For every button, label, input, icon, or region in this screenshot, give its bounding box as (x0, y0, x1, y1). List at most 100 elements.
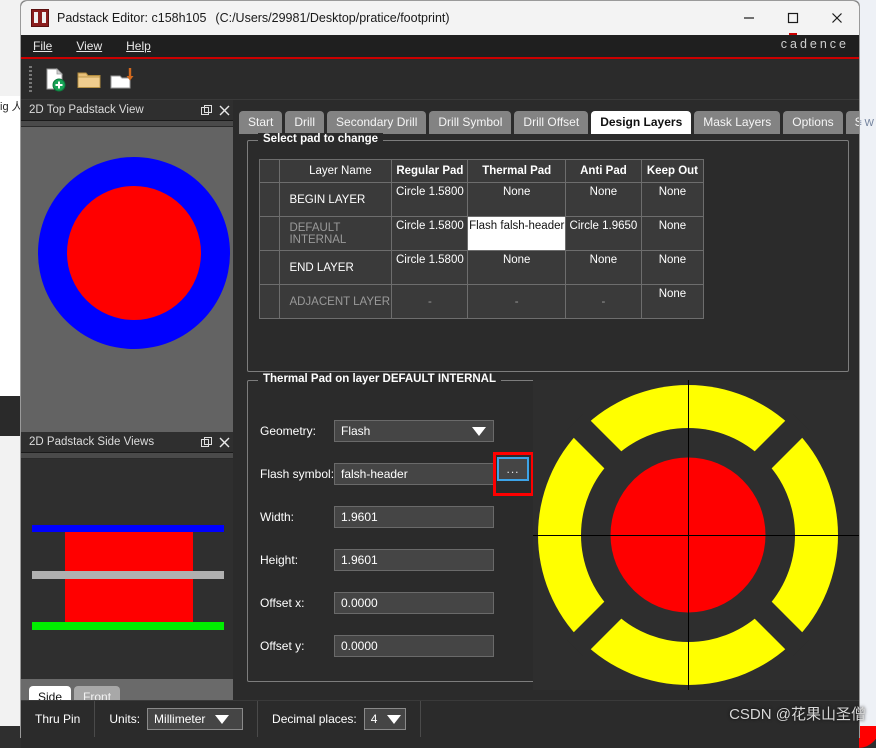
side-padstack-view-title: 2D Padstack Side Views (29, 436, 155, 448)
width-input[interactable]: 1.9601 (334, 506, 494, 528)
preview-crosshair-v (688, 380, 689, 690)
flash-symbol-input[interactable]: falsh-header (334, 463, 494, 485)
cell-thermal-pad[interactable]: - (467, 284, 566, 319)
top-padstack-canvas[interactable] (21, 127, 233, 432)
row-selector[interactable] (258, 182, 281, 217)
cell-regular-pad[interactable]: Circle 1.5800 (391, 182, 469, 217)
cadence-brand-logo: cadence (780, 37, 849, 51)
cell-anti-pad[interactable]: None (564, 250, 642, 285)
tab-drill[interactable]: Drill (285, 111, 325, 134)
flash-browse-button[interactable]: ... (497, 457, 529, 481)
background-left-strip (0, 396, 22, 436)
cell-keep-out[interactable]: None (640, 284, 705, 319)
thermal-pad-group-title: Thermal Pad on layer DEFAULT INTERNAL (258, 373, 502, 385)
new-padstack-button[interactable] (38, 62, 72, 96)
select-pad-group: Select pad to change Layer Name Regular … (247, 133, 849, 372)
menu-bar: File View Help cadence (21, 35, 859, 59)
row-selector[interactable] (258, 284, 281, 319)
thermal-pad-preview[interactable] (533, 380, 859, 690)
cell-thermal-pad-selected[interactable]: Flash falsh-header (467, 216, 566, 251)
menu-view-label: View (76, 39, 103, 53)
close-icon[interactable] (215, 101, 233, 119)
cell-layer-name: END LAYER (279, 250, 393, 285)
col-keep-out: Keep Out (640, 159, 705, 183)
layer-pad-table[interactable]: Layer Name Regular Pad Thermal Pad Anti … (258, 159, 705, 319)
screen-root: ig 人 由 然 加 需 ta ad ≡ W Offset x 0.0000 P… (0, 0, 876, 748)
chevron-down-icon (472, 426, 486, 436)
side-padstack-canvas[interactable] (21, 459, 233, 679)
pin-type-label: Thru Pin (21, 701, 96, 737)
units-value: Millimeter (154, 712, 206, 726)
table-row[interactable]: DEFAULT INTERNAL Circle 1.5800 Flash fal… (258, 216, 705, 251)
tab-summary[interactable]: Summary (845, 111, 859, 134)
tab-mask-layers[interactable]: Mask Layers (694, 111, 781, 134)
float-icon[interactable] (197, 433, 215, 451)
height-input[interactable]: 1.9601 (334, 549, 494, 571)
float-icon[interactable] (197, 101, 215, 119)
cell-regular-pad[interactable]: Circle 1.5800 (391, 216, 469, 251)
top-padstack-view-header: 2D Top Padstack View (21, 100, 233, 121)
col-select (258, 159, 281, 183)
menu-item-file[interactable]: File (21, 36, 64, 56)
offset-x-label: Offset x: (260, 596, 305, 610)
geometry-value: Flash (341, 424, 371, 438)
cell-layer-name: DEFAULT INTERNAL (279, 216, 393, 251)
padstack-editor-window: Padstack Editor: c158h105 (C:/Users/2998… (20, 0, 860, 748)
geometry-select[interactable]: Flash (334, 420, 494, 442)
padstack-app-icon (31, 9, 49, 27)
col-layer-name: Layer Name (279, 159, 393, 183)
toolbar-drag-handle[interactable] (29, 66, 32, 92)
top-padstack-view-title: 2D Top Padstack View (29, 104, 144, 116)
anti-pad-circle (38, 157, 230, 349)
offset-x-input[interactable]: 0.0000 (334, 592, 494, 614)
offset-y-label: Offset y: (260, 639, 305, 653)
import-folder-button[interactable] (106, 62, 140, 96)
row-selector[interactable] (258, 216, 281, 251)
cell-thermal-pad[interactable]: None (467, 250, 566, 285)
minimize-button[interactable] (727, 1, 771, 35)
cell-layer-name: ADJACENT LAYER (279, 284, 393, 319)
menu-item-view[interactable]: View (64, 36, 114, 56)
col-anti-pad: Anti Pad (564, 159, 642, 183)
window-controls (727, 1, 859, 35)
cell-anti-pad[interactable]: Circle 1.9650 (564, 216, 642, 251)
flash-symbol-graphic (533, 380, 859, 690)
window-file-path: (C:/Users/29981/Desktop/pratice/footprin… (215, 11, 450, 25)
decimal-places-select[interactable]: 4 (363, 708, 406, 730)
offset-y-input[interactable]: 0.0000 (334, 635, 494, 657)
tab-start[interactable]: Start (239, 111, 283, 134)
col-thermal-pad: Thermal Pad (467, 159, 566, 183)
table-row[interactable]: BEGIN LAYER Circle 1.5800 None None None (258, 182, 705, 217)
cell-keep-out[interactable]: None (640, 216, 705, 251)
row-selector[interactable] (258, 250, 281, 285)
open-folder-button[interactable] (72, 62, 106, 96)
tab-drill-offset[interactable]: Drill Offset (514, 111, 589, 134)
cell-regular-pad[interactable]: Circle 1.5800 (391, 250, 469, 285)
units-select[interactable]: Millimeter (147, 708, 244, 730)
height-label: Height: (260, 553, 299, 567)
close-icon[interactable] (215, 433, 233, 451)
cell-regular-pad[interactable]: - (391, 284, 469, 319)
cell-keep-out[interactable]: None (640, 182, 705, 217)
maximize-button[interactable] (771, 1, 815, 35)
menu-item-help[interactable]: Help (114, 36, 163, 56)
cell-keep-out[interactable]: None (640, 250, 705, 285)
tab-secondary-drill[interactable]: Secondary Drill (327, 111, 427, 134)
col-regular-pad: Regular Pad (391, 159, 469, 183)
menu-help-label: Help (126, 39, 151, 53)
cell-anti-pad[interactable]: - (564, 284, 642, 319)
tab-drill-symbol[interactable]: Drill Symbol (429, 111, 512, 134)
table-row[interactable]: ADJACENT LAYER - - - None (258, 284, 705, 319)
tab-options[interactable]: Options (783, 111, 843, 134)
cell-layer-name: BEGIN LAYER (279, 182, 393, 217)
watermark-text: CSDN @花果山圣僧 (729, 706, 866, 723)
tool-bar (21, 59, 859, 100)
top-padstack-view-panel: 2D Top Padstack View (21, 100, 233, 432)
title-bar[interactable]: Padstack Editor: c158h105 (C:/Users/2998… (21, 1, 859, 35)
cell-anti-pad[interactable]: None (564, 182, 642, 217)
tab-design-layers[interactable]: Design Layers (591, 111, 692, 134)
close-button[interactable] (815, 1, 859, 35)
wizard-tab-strip: Start Drill Secondary Drill Drill Symbol… (233, 100, 859, 134)
table-row[interactable]: END LAYER Circle 1.5800 None None None (258, 250, 705, 285)
cell-thermal-pad[interactable]: None (467, 182, 566, 217)
